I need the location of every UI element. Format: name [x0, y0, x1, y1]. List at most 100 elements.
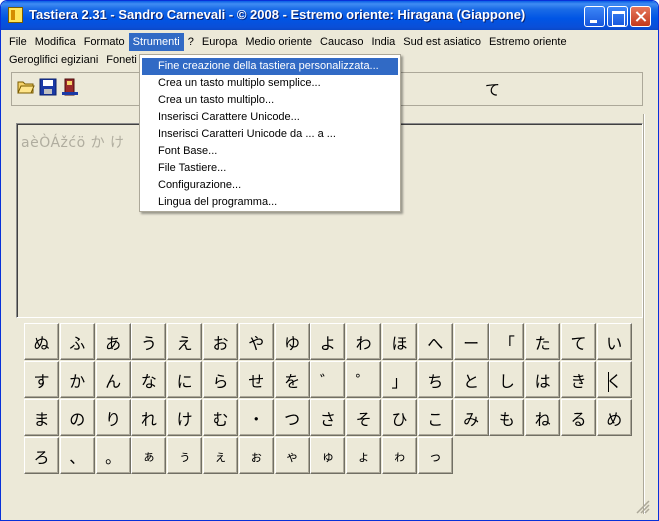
keyboard-key[interactable]: い: [596, 323, 632, 360]
keyboard-key[interactable]: る: [561, 399, 596, 436]
keyboard-key[interactable]: ゜: [346, 361, 382, 398]
keyboard-key[interactable]: ほ: [382, 323, 417, 360]
menu-europa[interactable]: Europa: [198, 33, 241, 51]
menu-foneti[interactable]: Foneti: [102, 51, 141, 69]
dropdown-item[interactable]: Crea un tasto multiplo semplice...: [142, 75, 398, 92]
menu-strumenti[interactable]: Strumenti: [128, 33, 184, 51]
dropdown-item[interactable]: Configurazione...: [142, 177, 398, 194]
keyboard-key[interactable]: 、: [59, 437, 95, 474]
keyboard-key[interactable]: に: [167, 361, 203, 398]
keyboard-key[interactable]: ら: [203, 361, 238, 398]
keyboard-key[interactable]: ね: [525, 399, 561, 436]
menu-caucaso[interactable]: Caucaso: [316, 33, 367, 51]
menu-modifica[interactable]: Modifica: [31, 33, 80, 51]
menu-file[interactable]: File: [5, 33, 31, 51]
keyboard-key[interactable]: す: [24, 361, 59, 398]
keyboard-key[interactable]: う: [131, 323, 167, 360]
keyboard-key[interactable]: ・: [238, 399, 274, 436]
keyboard-key[interactable]: き: [561, 361, 596, 398]
keyboard-key[interactable]: え: [167, 323, 203, 360]
keyboard-key[interactable]: の: [59, 399, 95, 436]
dropdown-item[interactable]: Inserisci Carattere Unicode...: [142, 109, 398, 126]
menu-geroglifici-egiziani[interactable]: Geroglifici egiziani: [5, 51, 102, 69]
keyboard-key[interactable]: わ: [346, 323, 382, 360]
keyboard-key[interactable]: ぉ: [238, 437, 274, 474]
menu-estremo-oriente[interactable]: Estremo oriente: [485, 33, 571, 51]
keyboard-key[interactable]: ゅ: [310, 437, 346, 474]
keyboard-key[interactable]: つ: [274, 399, 310, 436]
keyboard-key[interactable]: や: [238, 323, 274, 360]
keyboard-key[interactable]: そ: [346, 399, 382, 436]
keyboard-key[interactable]: へ: [417, 323, 453, 360]
dropdown-item[interactable]: Font Base...: [142, 143, 398, 160]
menu-medio-oriente[interactable]: Medio oriente: [241, 33, 316, 51]
keyboard-key[interactable]: て: [561, 323, 596, 360]
keyboard-key[interactable]: さ: [310, 399, 346, 436]
app-window: Tastiera 2.31 - Sandro Carnevali - © 200…: [0, 0, 659, 521]
keyboard-key[interactable]: ろ: [24, 437, 59, 474]
keyboard-key[interactable]: っ: [417, 437, 453, 474]
keyboard-key[interactable]: れ: [131, 399, 167, 436]
keyboard-key[interactable]: む: [203, 399, 238, 436]
menu-india[interactable]: India: [367, 33, 399, 51]
keyboard-key[interactable]: り: [95, 399, 131, 436]
keyboard-key[interactable]: ぅ: [167, 437, 203, 474]
menu-row-1: File Modifica Formato Strumenti? Europa Medio…: [5, 33, 571, 51]
keyboard-key[interactable]: ぁ: [131, 437, 167, 474]
dropdown-item[interactable]: Inserisci Caratteri Unicode da ... a ...: [142, 126, 398, 143]
keyboard-key[interactable]: 」: [382, 361, 417, 398]
keyboard-key[interactable]: あ: [95, 323, 131, 360]
dropdown-item[interactable]: Fine creazione della tastiera personaliz…: [142, 58, 398, 75]
dropdown-item[interactable]: File Tastiere...: [142, 160, 398, 177]
menu-help[interactable]: ?: [184, 33, 198, 51]
keyboard-key[interactable]: ゆ: [274, 323, 310, 360]
resize-grip-icon[interactable]: [631, 497, 651, 515]
keyboard-key[interactable]: け: [167, 399, 203, 436]
title-bar[interactable]: Tastiera 2.31 - Sandro Carnevali - © 200…: [1, 1, 658, 30]
keyboard-key[interactable]: ふ: [59, 323, 95, 360]
keyboard-key[interactable]: ひ: [382, 399, 417, 436]
keyboard-key[interactable]: 。: [95, 437, 131, 474]
keyboard-key[interactable]: ょ: [346, 437, 382, 474]
keyboard-key[interactable]: お: [203, 323, 238, 360]
menu-formato[interactable]: Formato: [80, 33, 129, 51]
maximize-button[interactable]: [607, 6, 628, 27]
dropdown-item[interactable]: Lingua del programma...: [142, 194, 398, 211]
keyboard-key[interactable]: ぇ: [203, 437, 238, 474]
keyboard-key[interactable]: ぬ: [24, 323, 59, 360]
keyboard-key[interactable]: せ: [238, 361, 274, 398]
keyboard-key[interactable]: く: [596, 361, 632, 398]
figure-icon[interactable]: [60, 77, 80, 97]
sample-text: aèÒÁžćö か け: [21, 135, 125, 151]
keyboard-key[interactable]: を: [274, 361, 310, 398]
keyboard-key[interactable]: み: [453, 399, 489, 436]
keyboard-key[interactable]: と: [453, 361, 489, 398]
divider: [643, 114, 645, 514]
dropdown-item[interactable]: Crea un tasto multiplo...: [142, 92, 398, 109]
open-folder-icon[interactable]: [16, 77, 36, 97]
keyboard-key[interactable]: ゃ: [274, 437, 310, 474]
keyboard-key[interactable]: ゛: [310, 361, 346, 398]
strumenti-dropdown-menu: Fine creazione della tastiera personaliz…: [139, 54, 401, 212]
keyboard-key[interactable]: め: [596, 399, 632, 436]
keyboard-key[interactable]: ー: [453, 323, 489, 360]
keyboard-key[interactable]: ま: [24, 399, 59, 436]
menu-row-2: Geroglifici egiziani Foneti: [5, 51, 141, 69]
minimize-button[interactable]: [584, 6, 605, 27]
save-disk-icon[interactable]: [38, 77, 58, 97]
keyboard-key[interactable]: よ: [310, 323, 346, 360]
close-button[interactable]: [630, 6, 651, 27]
keyboard-key[interactable]: な: [131, 361, 167, 398]
keyboard-key[interactable]: こ: [417, 399, 453, 436]
keyboard-key[interactable]: ん: [95, 361, 131, 398]
keyboard-key[interactable]: ゎ: [382, 437, 417, 474]
keyboard-key[interactable]: も: [489, 399, 525, 436]
menu-sud-est-asiatico[interactable]: Sud est asiatico: [399, 33, 485, 51]
keyboard-key[interactable]: ち: [417, 361, 453, 398]
keyboard-key[interactable]: は: [525, 361, 561, 398]
app-icon[interactable]: [8, 7, 23, 23]
keyboard-key[interactable]: 「: [489, 323, 525, 360]
keyboard-key[interactable]: た: [525, 323, 561, 360]
keyboard-key[interactable]: か: [59, 361, 95, 398]
keyboard-key[interactable]: し: [489, 361, 525, 398]
